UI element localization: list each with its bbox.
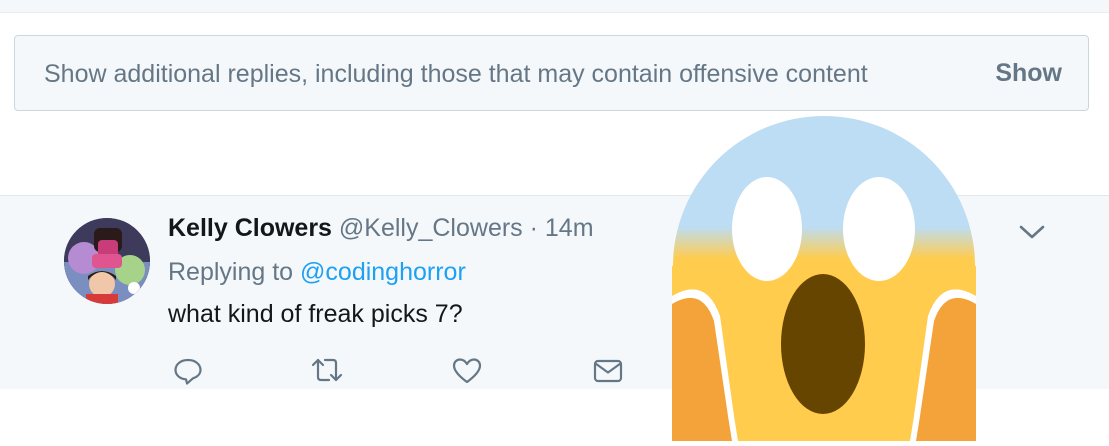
author-name[interactable]: Kelly Clowers [168, 214, 332, 242]
tweet-timestamp[interactable]: 14m [545, 214, 594, 242]
separator-dot: · [529, 214, 538, 242]
tweet-text: what kind of freak picks 7? [168, 300, 463, 328]
direct-message-icon[interactable] [591, 354, 625, 388]
replying-to-handle[interactable]: @codinghorror [300, 258, 466, 286]
avatar-image [64, 218, 150, 304]
replying-to-line: Replying to @codinghorror [168, 258, 466, 287]
like-icon[interactable] [450, 354, 484, 388]
replying-to-label: Replying to [168, 258, 294, 286]
retweet-icon[interactable] [310, 354, 344, 388]
face-screaming-in-fear-emoji [672, 116, 976, 441]
show-button[interactable]: Show [995, 59, 1062, 88]
avatar[interactable] [64, 218, 150, 304]
tweet-header: Kelly Clowers @Kelly_Clowers · 14m [168, 214, 594, 243]
previous-tweet-strip [0, 0, 1109, 13]
author-handle[interactable]: @Kelly_Clowers [339, 214, 523, 242]
reply-icon[interactable] [171, 354, 205, 388]
show-additional-replies-bar[interactable]: Show additional replies, including those… [14, 35, 1089, 111]
chevron-down-icon[interactable] [1016, 220, 1048, 244]
show-additional-replies-text: Show additional replies, including those… [44, 60, 868, 88]
